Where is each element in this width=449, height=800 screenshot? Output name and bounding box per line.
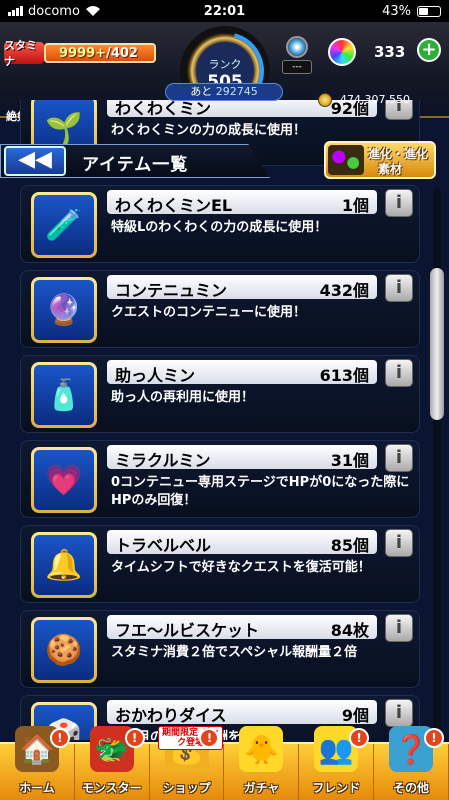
stamina-max: /402 xyxy=(106,45,138,61)
item-name-bar: わくわくミン 92個 xyxy=(107,100,377,117)
item-info-button[interactable]: i xyxy=(385,359,413,387)
scrollbar-thumb[interactable] xyxy=(430,267,444,420)
item-name-bar: フエ〜ルビスケット 84枚 xyxy=(107,615,377,639)
item-description: 0コンテニュー専用ステージでHPが0になった際にHPのみ回復！ xyxy=(111,475,410,508)
item-description: 特級Lのわくわくの力の成長に使用！ xyxy=(111,220,328,235)
item-description: タイムシフトで好きなクエストを復活可能！ xyxy=(111,560,371,575)
nav-tab[interactable]: 🐥 ガチャ xyxy=(224,726,300,800)
item-count: 31個 xyxy=(330,451,369,470)
item-name: フエ〜ルビスケット xyxy=(115,621,260,640)
next-rank-prefix: あと xyxy=(190,85,213,98)
item-name: トラベルベル xyxy=(115,536,212,555)
item-info-button[interactable]: i xyxy=(385,614,413,642)
evolution-material-icon xyxy=(328,145,364,175)
item-description: クエストのコンテニューに使用！ xyxy=(111,305,307,320)
back-button[interactable]: ◀◀ xyxy=(4,146,66,176)
item-icon: 🔔 xyxy=(34,535,94,595)
stamina-value: 9999+ xyxy=(59,45,107,61)
nav-tab[interactable]: 👥! フレンド xyxy=(299,726,375,800)
battery-icon xyxy=(417,5,441,17)
item-description: 助っ人の再利用に使用！ xyxy=(111,390,255,405)
item-count: 84枚 xyxy=(330,621,369,640)
evolution-material-button[interactable]: 進化・進化 素材 xyxy=(324,141,436,179)
item-icon: 💗 xyxy=(34,450,94,510)
item-name: わくわくミン xyxy=(115,100,212,118)
orb-count: 333 xyxy=(374,43,406,61)
item-name: ミラクルミン xyxy=(115,451,211,470)
notification-badge: ! xyxy=(423,728,444,748)
item-thumbnail: 🧪 xyxy=(31,192,97,258)
item-row[interactable]: 🍪 フエ〜ルビスケット 84枚 i スタミナ消費２倍でスペシャル報酬量２倍 xyxy=(20,610,420,688)
gem-icon xyxy=(286,36,308,58)
item-name-bar: 助っ人ミン 613個 xyxy=(107,360,377,384)
bottom-nav: 🏠!ホーム🐲!モンスター💰期間限定 パック登場!ショップ🐥ガチャ👥!フレンド❓!… xyxy=(0,726,449,800)
item-count: 432個 xyxy=(319,281,369,300)
item-name-bar: わくわくミンEL 1個 xyxy=(107,190,377,214)
item-info-button[interactable]: i xyxy=(385,529,413,557)
nav-tab[interactable]: 💰期間限定 パック登場!ショップ xyxy=(150,726,225,800)
item-thumbnail: 🔮 xyxy=(31,277,97,343)
item-description: わくわくミンの力の成長に使用！ xyxy=(111,123,307,138)
notification-badge: ! xyxy=(124,728,145,748)
page-title: アイテム一覧 xyxy=(82,155,189,175)
item-row[interactable]: 🧴 助っ人ミン 613個 i 助っ人の再利用に使用！ xyxy=(20,355,420,433)
item-info-button[interactable]: i xyxy=(385,444,413,472)
nav-tab-label: フレンド xyxy=(312,781,361,795)
item-name: わくわくミンEL xyxy=(115,196,233,215)
item-icon: 🧴 xyxy=(34,365,94,425)
item-name-bar: コンテニュミン 432個 xyxy=(107,275,377,299)
nav-tab-label: モンスター xyxy=(81,781,142,795)
stamina-bar[interactable]: 9999+ /402 xyxy=(44,43,156,63)
next-rank-exp: あと 292745 xyxy=(165,83,283,101)
item-thumbnail: 💗 xyxy=(31,447,97,513)
notification-badge: ! xyxy=(49,728,70,748)
nav-tab-icon: 🐥 xyxy=(239,726,284,772)
nav-tab-label: ショップ xyxy=(162,781,211,795)
nav-tab[interactable]: 🏠! ホーム xyxy=(0,726,75,800)
nav-tab-label: ホーム xyxy=(19,781,55,795)
item-info-button[interactable]: i xyxy=(385,274,413,302)
item-row[interactable]: 🔮 コンテニュミン 432個 i クエストのコンテニューに使用！ xyxy=(20,270,420,348)
item-icon: 🍪 xyxy=(34,620,94,680)
item-thumbnail: 🍪 xyxy=(31,617,97,683)
item-name: おかわりダイス xyxy=(115,706,227,725)
item-row[interactable]: 🧪 わくわくミンEL 1個 i 特級Lのわくわくの力の成長に使用！ xyxy=(20,185,420,263)
item-description: スタミナ消費２倍でスペシャル報酬量２倍 xyxy=(111,645,358,660)
item-count: 1個 xyxy=(341,196,369,215)
item-name-bar: ミラクルミン 31個 xyxy=(107,445,377,469)
item-name: コンテニュミン xyxy=(115,281,228,300)
item-name-bar: トラベルベル 85個 xyxy=(107,530,377,554)
nav-tab-label: その他 xyxy=(393,781,430,795)
nav-tab[interactable]: 🐲! モンスター xyxy=(75,726,150,800)
item-thumbnail: 🧴 xyxy=(31,362,97,428)
item-row[interactable]: 🔔 トラベルベル 85個 i タイムシフトで好きなクエストを復活可能！ xyxy=(20,525,420,603)
item-thumbnail: 🔔 xyxy=(31,532,97,598)
gold-count: 474,307,550 xyxy=(340,93,410,106)
battery-percent: 43% xyxy=(382,3,411,19)
item-name: 助っ人ミン xyxy=(115,366,196,385)
evolution-label-2: 素材 xyxy=(378,162,403,176)
item-info-button[interactable]: i xyxy=(385,699,413,727)
add-orb-button[interactable]: + xyxy=(417,38,441,62)
item-count: 9個 xyxy=(341,706,369,725)
status-bar: docomo 22:01 43% xyxy=(0,0,449,22)
gold-coin-icon xyxy=(318,93,332,107)
nav-tab[interactable]: ❓! その他 xyxy=(374,726,449,800)
item-count: 85個 xyxy=(330,536,369,555)
next-rank-value: 292745 xyxy=(215,85,258,98)
notification-badge: ! xyxy=(349,728,370,748)
item-count: 613個 xyxy=(319,366,369,385)
item-info-button[interactable]: i xyxy=(385,189,413,217)
item-icon: 🔮 xyxy=(34,280,94,340)
gem-slot-value: --- xyxy=(282,60,312,74)
item-icon: 🧪 xyxy=(34,195,94,255)
orb-icon xyxy=(328,38,356,66)
item-name-bar: おかわりダイス 9個 xyxy=(107,700,377,724)
nav-tab-label: ガチャ xyxy=(243,781,280,795)
item-row[interactable]: 💗 ミラクルミン 31個 i 0コンテニュー専用ステージでHPが0になった際にHPのみ回… xyxy=(20,440,420,518)
gem-slot[interactable]: --- xyxy=(282,36,312,76)
stamina-label: スタミナ xyxy=(4,39,44,68)
item-list[interactable]: 🌱 わくわくミン 92個 i わくわくミンの力の成長に使用！ 🧪 わくわくミンEL 1個 i 特級… xyxy=(0,100,449,740)
